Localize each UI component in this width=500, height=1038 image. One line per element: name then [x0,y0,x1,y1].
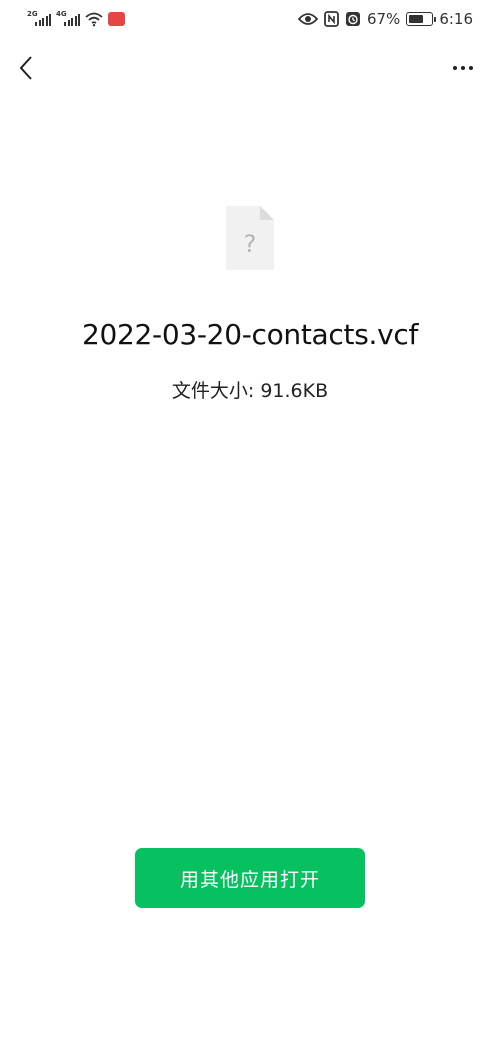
chevron-left-icon [19,56,32,80]
sim2-signal-icon: 4G [56,10,80,28]
status-bar: 2G 4G 67% 6:16 [0,0,500,38]
battery-icon [406,12,437,26]
open-with-other-app-button[interactable]: 用其他应用打开 [135,848,365,908]
clock: 6:16 [439,10,473,28]
nfc-icon [324,11,339,27]
more-options-button[interactable] [448,58,478,78]
alarm-icon [345,11,361,27]
back-button[interactable] [12,52,40,84]
unknown-file-icon: ? [226,206,274,270]
wifi-icon [85,12,103,27]
file-icon-glyph: ? [244,230,257,258]
status-bar-right: 67% 6:16 [297,8,473,30]
sim1-signal-icon: 2G [27,10,51,28]
file-size: 文件大小: 91.6KB [171,380,329,402]
file-name: 2022-03-20-contacts.vcf [81,318,419,351]
more-dots-icon [453,66,457,70]
battery-percent: 67% [366,10,401,28]
app-notification-icon [108,12,125,26]
file-preview-screen: 2G 4G 67% 6:16 ? 2022-03-20-contacts.vcf… [0,0,500,1038]
eye-comfort-icon [297,12,318,26]
status-bar-left: 2G 4G [27,9,125,29]
